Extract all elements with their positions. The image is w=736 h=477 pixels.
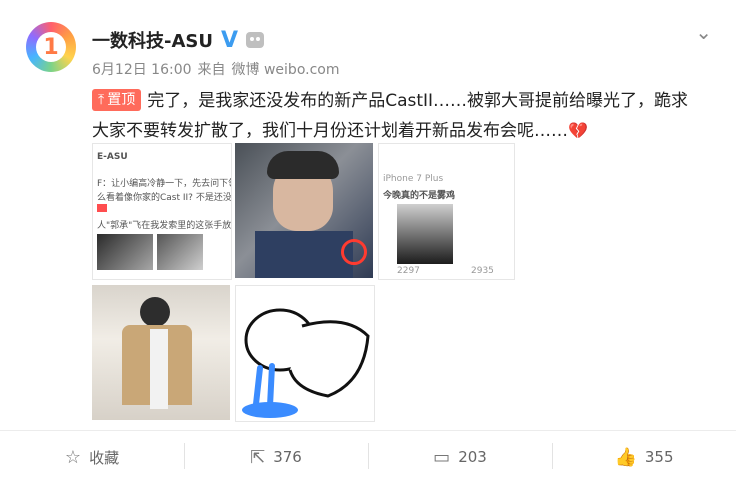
chevron-down-icon[interactable]: ⌄ xyxy=(695,20,712,44)
robot-icon xyxy=(246,32,265,48)
device-label: iPhone 7 Plus xyxy=(383,174,444,184)
star-icon: ☆ xyxy=(64,446,82,468)
image-text-line2: 么看着像你家的Cast II? 不是还没有发布吗? xyxy=(97,193,232,203)
comment-count: 203 xyxy=(458,448,487,466)
username[interactable]: 一数科技-ASU xyxy=(92,27,213,53)
post-meta: 6月12日 16:00 来自 微博 weibo.com xyxy=(92,59,340,79)
highlight-circle xyxy=(341,239,367,265)
post-image-4[interactable] xyxy=(92,285,230,420)
image-caption: 今晚真的不是雾鸡 xyxy=(383,191,456,201)
crying-sticker xyxy=(242,308,370,418)
favorite-label: 收藏 xyxy=(89,448,120,467)
post-source[interactable]: 微博 weibo.com xyxy=(232,59,340,79)
post-image-5[interactable] xyxy=(235,285,375,422)
post-image-2[interactable] xyxy=(235,143,373,278)
post-image-3[interactable]: iPhone 7 Plus 今晚真的不是雾鸡 2297 2935 xyxy=(378,143,515,280)
image-thumb-2 xyxy=(157,234,203,270)
post-date: 6月12日 16:00 xyxy=(92,62,192,78)
image-text-line3: 人"郭承"飞在我发索里的这张手放着图片？看起来很香茶里风的 xyxy=(97,221,232,231)
person-photo xyxy=(397,204,453,264)
jacket-shape xyxy=(255,231,353,278)
repost-button[interactable]: ⇱ 376 xyxy=(184,441,368,473)
post-source-prefix: 来自 xyxy=(197,62,226,78)
post-text: ⤒ 置顶 完了，是我家还没发布的新产品CastII……被郭大哥提前给曝光了，跪求… xyxy=(92,86,722,146)
like-button[interactable]: 👍 355 xyxy=(552,441,736,473)
image-emoji xyxy=(97,204,107,212)
pin-icon: ⤒ xyxy=(98,92,105,108)
image-thumb-1 xyxy=(97,234,153,270)
repost-count: 376 xyxy=(273,448,302,466)
image-text-line1: F：让小编高冷静一下，先去问下领导…… xyxy=(97,179,231,189)
head-shape xyxy=(140,297,170,327)
comment-button[interactable]: ▭ 203 xyxy=(368,441,552,473)
image-comment-count: 2935 xyxy=(471,266,494,276)
like-count: 355 xyxy=(644,448,674,466)
favorite-button[interactable]: ☆ 收藏 xyxy=(0,441,184,473)
thumbs-up-icon: 👍 xyxy=(614,446,637,468)
action-bar: ☆ 收藏 ⇱ 376 ▭ 203 👍 355 xyxy=(0,441,736,473)
shirt-shape xyxy=(150,329,168,409)
post-text-line2: 大家不要转发扩散了，我们十月份还计划着开新品发布会呢…… xyxy=(92,121,568,141)
post-image-1[interactable]: E-ASU F：让小编高冷静一下，先去问下领导…… 么看着像你家的Cast II… xyxy=(92,143,232,280)
image-repost-count: 2297 xyxy=(397,266,420,276)
image-handle: E-ASU xyxy=(97,152,128,162)
comment-icon: ▭ xyxy=(433,446,451,468)
pin-label: 置顶 xyxy=(107,92,136,108)
post-text-line1: 完了，是我家还没发布的新产品CastII……被郭大哥提前给曝光了，跪求 xyxy=(147,91,689,111)
post-author[interactable]: 一数科技-ASU V xyxy=(92,27,265,53)
avatar[interactable]: 1 xyxy=(26,22,76,72)
hair-shape xyxy=(267,151,339,179)
pin-badge: ⤒ 置顶 xyxy=(92,89,142,111)
share-icon: ⇱ xyxy=(250,446,266,468)
verified-icon: V xyxy=(220,27,239,53)
action-divider xyxy=(0,430,736,431)
broken-heart-icon: 💔 xyxy=(568,121,588,140)
avatar-logo: 1 xyxy=(36,32,66,62)
